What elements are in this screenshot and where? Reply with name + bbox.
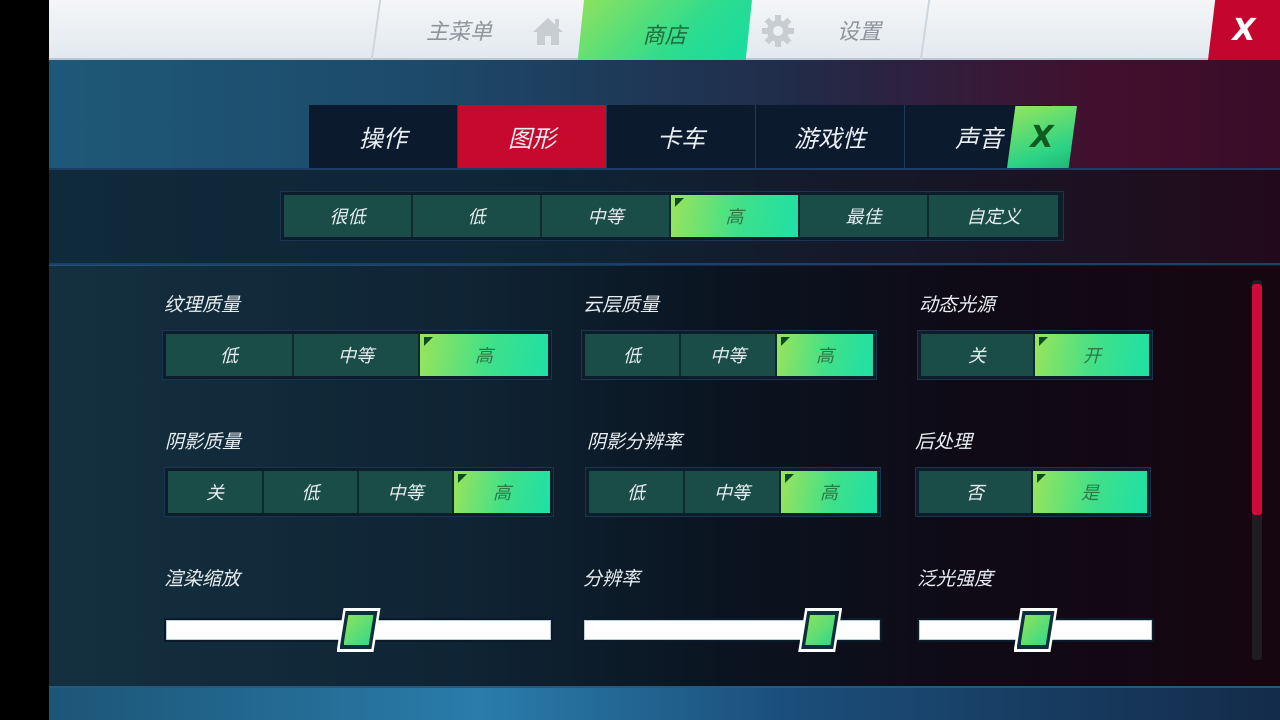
post-processing-label: 后处理 [915, 431, 973, 453]
shadow-resolution-selector: 低 中等 高 [585, 467, 881, 517]
graphics-preset-selector: 很低 低 中等 高 最佳 自定义 [280, 191, 1064, 241]
close-icon: X [1232, 12, 1256, 48]
slider-handle[interactable] [336, 608, 381, 652]
preset-high[interactable]: 高 [671, 195, 800, 237]
option-yes[interactable]: 是 [1033, 471, 1147, 513]
scrollbar[interactable] [1252, 280, 1262, 660]
resolution-label: 分辨率 [583, 568, 641, 590]
option-label: 高 [816, 346, 834, 367]
option-label: 自定义 [966, 207, 1021, 228]
option-label: 低 [301, 483, 320, 504]
option-label: 低 [623, 346, 641, 367]
close-icon: X [1030, 119, 1054, 155]
shadow-quality-selector: 关 低 中等 高 [164, 467, 554, 517]
slider-handle[interactable] [798, 608, 843, 652]
render-scale-slider[interactable] [166, 608, 551, 652]
shadow-resolution-label: 阴影分辨率 [587, 431, 683, 453]
preset-medium[interactable]: 中等 [542, 195, 671, 237]
option-medium[interactable]: 中等 [359, 471, 454, 513]
option-label: 否 [966, 483, 984, 504]
option-medium[interactable]: 中等 [685, 471, 781, 513]
tab-truck[interactable]: 卡车 [607, 105, 756, 168]
bottom-band [49, 686, 1280, 720]
home-icon[interactable] [531, 14, 565, 48]
option-label: 是 [1081, 483, 1099, 504]
option-label: 中等 [338, 346, 374, 367]
option-label: 关 [206, 483, 224, 504]
shadow-quality-label: 阴影质量 [165, 431, 242, 453]
option-label: 高 [475, 346, 493, 367]
option-low[interactable]: 低 [264, 471, 359, 513]
tab-label: 图形 [508, 125, 556, 153]
cloud-quality-selector: 低 中等 高 [581, 330, 877, 380]
option-label: 低 [220, 346, 238, 367]
render-scale-label: 渲染缩放 [164, 568, 241, 590]
option-on[interactable]: 开 [1035, 334, 1149, 376]
tab-label: 卡车 [657, 125, 705, 153]
close-button[interactable]: X [1208, 0, 1280, 60]
option-low[interactable]: 低 [166, 334, 294, 376]
texture-quality-selector: 低 中等 高 [162, 330, 552, 380]
option-label: 很低 [329, 207, 366, 228]
option-medium[interactable]: 中等 [681, 334, 777, 376]
option-label: 低 [627, 483, 645, 504]
tab-label: 操作 [359, 125, 407, 153]
tab-label: 声音 [955, 125, 1003, 153]
nav-settings-label: 设置 [836, 20, 881, 45]
gear-icon[interactable] [761, 14, 795, 48]
tab-graphics[interactable]: 图形 [458, 105, 607, 168]
tab-label: 游戏性 [794, 125, 866, 153]
option-high[interactable]: 高 [777, 334, 873, 376]
nav-divider [919, 0, 931, 60]
tab-gameplay[interactable]: 游戏性 [756, 105, 905, 168]
option-no[interactable]: 否 [919, 471, 1033, 513]
option-medium[interactable]: 中等 [294, 334, 420, 376]
preset-low[interactable]: 低 [413, 195, 542, 237]
cloud-quality-label: 云层质量 [583, 294, 660, 316]
texture-quality-label: 纹理质量 [164, 294, 241, 316]
option-label: 关 [968, 346, 986, 367]
option-label: 低 [467, 207, 486, 228]
bloom-intensity-label: 泛光强度 [917, 568, 994, 590]
option-label: 高 [725, 207, 744, 228]
option-high[interactable]: 高 [454, 471, 550, 513]
option-label: 中等 [714, 483, 750, 504]
preset-best[interactable]: 最佳 [800, 195, 929, 237]
nav-store[interactable]: 商店 [577, 0, 752, 67]
settings-close-button[interactable]: X [1007, 106, 1077, 168]
option-label: 最佳 [845, 207, 882, 228]
tab-controls[interactable]: 操作 [309, 105, 458, 168]
left-black-bar [0, 0, 49, 720]
top-nav-bar: 主菜单 商店 设置 X [49, 0, 1280, 67]
post-processing-toggle: 否 是 [915, 467, 1151, 517]
graphics-settings-screen: 主菜单 商店 设置 X 操作 图形 卡车 游戏性 声音 X 很低 低 中等 高 … [49, 0, 1280, 720]
option-label: 高 [493, 483, 511, 504]
option-label: 中等 [587, 207, 624, 228]
scrollbar-thumb[interactable] [1252, 284, 1262, 515]
bloom-intensity-slider[interactable] [919, 608, 1152, 652]
slider-handle[interactable] [1013, 608, 1058, 652]
nav-store-label: 商店 [642, 23, 687, 49]
option-label: 高 [820, 483, 838, 504]
option-high[interactable]: 高 [420, 334, 548, 376]
resolution-slider[interactable] [584, 608, 880, 652]
option-label: 中等 [710, 346, 746, 367]
option-low[interactable]: 低 [585, 334, 681, 376]
option-high[interactable]: 高 [781, 471, 877, 513]
dynamic-lights-toggle: 关 开 [917, 330, 1153, 380]
option-label: 中等 [387, 483, 424, 504]
option-low[interactable]: 低 [589, 471, 685, 513]
preset-custom[interactable]: 自定义 [929, 195, 1058, 237]
dynamic-lights-label: 动态光源 [919, 294, 996, 316]
nav-main-menu-label: 主菜单 [425, 20, 492, 45]
nav-settings[interactable]: 设置 [809, 0, 909, 60]
option-off[interactable]: 关 [921, 334, 1035, 376]
option-off[interactable]: 关 [168, 471, 264, 513]
preset-very-low[interactable]: 很低 [284, 195, 413, 237]
option-label: 开 [1083, 346, 1101, 367]
category-tabs: 操作 图形 卡车 游戏性 声音 [309, 105, 1054, 168]
